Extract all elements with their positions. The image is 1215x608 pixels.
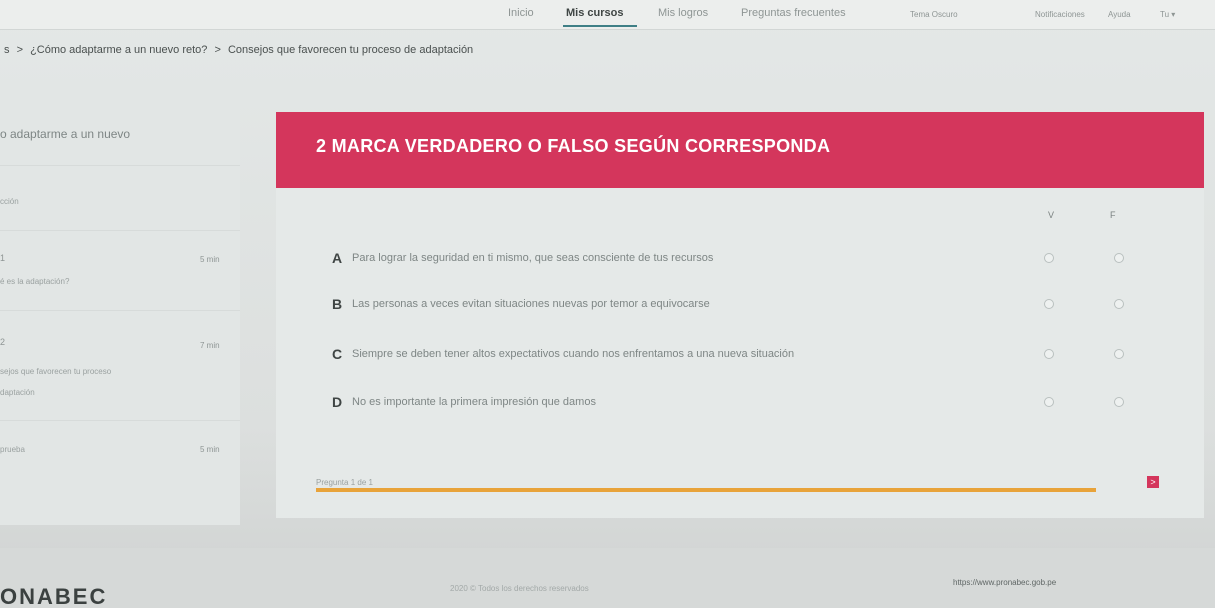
lesson-number: 1 (0, 253, 6, 263)
quiz-title: 2 MARCA VERDADERO O FALSO SEGÚN CORRESPO… (316, 136, 831, 156)
page: Inicio Mis cursos Mis logros Preguntas f… (0, 0, 1215, 608)
radio-false-b[interactable] (1114, 299, 1124, 309)
sidebar-divider (0, 165, 240, 166)
lesson-time: 7 min (200, 341, 220, 350)
question-letter: A (332, 250, 343, 266)
quiz-banner: 2 MARCA VERDADERO O FALSO SEGÚN CORRESPO… (276, 112, 1204, 188)
sidebar-divider (0, 230, 240, 231)
sidebar-course-title: o adaptarme a un nuevo (0, 127, 131, 141)
notifications-link[interactable]: Notificaciones (1035, 10, 1085, 19)
question-letter: C (332, 346, 343, 362)
question-counter: Pregunta 1 de 1 (316, 478, 373, 487)
question-row-d: D No es importante la primera impresión … (276, 394, 1204, 422)
user-menu[interactable]: Tu ▾ (1160, 10, 1175, 19)
radio-false-c[interactable] (1114, 349, 1124, 359)
lesson-title-line2: daptación (0, 388, 35, 397)
column-true-header: V (1048, 210, 1055, 220)
question-letter: D (332, 394, 343, 410)
footer-copyright: 2020 © Todos los derechos reservados (450, 584, 589, 593)
lesson-title: prueba (0, 445, 25, 454)
question-text: No es importante la primera impresión qu… (352, 396, 596, 408)
radio-false-a[interactable] (1114, 253, 1124, 263)
sidebar-divider (0, 310, 240, 311)
nav-item-mis-logros[interactable]: Mis logros (658, 7, 708, 19)
radio-true-b[interactable] (1044, 299, 1054, 309)
breadcrumb-separator: > (16, 44, 23, 56)
footer: ONABEC 2020 © Todos los derechos reserva… (0, 548, 1215, 608)
breadcrumb-item-current: Consejos que favorecen tu proceso de ada… (227, 44, 474, 56)
breadcrumb-item[interactable]: ¿Cómo adaptarme a un nuevo reto? (30, 44, 207, 56)
lesson-time: 5 min (200, 255, 220, 264)
lesson-title: é es la adaptación? (0, 277, 70, 286)
next-question-button[interactable]: > (1147, 476, 1159, 488)
lesson-number: 2 (0, 337, 6, 347)
column-false-header: F (1110, 210, 1116, 220)
radio-true-a[interactable] (1044, 253, 1054, 263)
question-row-a: A Para lograr la seguridad en ti mismo, … (276, 250, 1204, 278)
footer-website-link[interactable]: https://www.pronabec.gob.pe (953, 578, 1056, 587)
quiz-progress-bar (316, 488, 1096, 492)
sidebar-divider (0, 420, 240, 421)
breadcrumb-item[interactable]: s (4, 44, 10, 56)
dark-mode-toggle[interactable]: Tema Oscuro (910, 10, 958, 19)
lesson-time: 5 min (200, 445, 220, 454)
nav-active-underline (563, 25, 637, 27)
question-letter: B (332, 296, 343, 312)
quiz-content: V F A Para lograr la seguridad en ti mis… (276, 188, 1204, 518)
lesson-title: sejos que favorecen tu proceso (0, 367, 112, 376)
question-row-c: C Siempre se deben tener altos expectati… (276, 346, 1204, 374)
breadcrumb: s > ¿Cómo adaptarme a un nuevo reto? > C… (4, 44, 477, 56)
radio-false-d[interactable] (1114, 397, 1124, 407)
question-text: Las personas a veces evitan situaciones … (352, 298, 710, 310)
question-text: Siempre se deben tener altos expectativo… (352, 348, 795, 360)
sidebar-section-label: cción (0, 197, 19, 206)
help-link[interactable]: Ayuda (1108, 10, 1131, 19)
footer-brand-logo: ONABEC (0, 584, 108, 608)
question-row-b: B Las personas a veces evitan situacione… (276, 296, 1204, 324)
radio-true-c[interactable] (1044, 349, 1054, 359)
radio-true-d[interactable] (1044, 397, 1054, 407)
nav-item-inicio[interactable]: Inicio (508, 7, 534, 19)
nav-item-preguntas[interactable]: Preguntas frecuentes (741, 7, 846, 19)
nav-item-mis-cursos[interactable]: Mis cursos (566, 7, 623, 19)
question-text: Para lograr la seguridad en ti mismo, qu… (352, 252, 714, 264)
top-nav: Inicio Mis cursos Mis logros Preguntas f… (0, 0, 1215, 30)
breadcrumb-separator: > (214, 44, 221, 56)
course-sidebar: o adaptarme a un nuevo cción 1 5 min é e… (0, 105, 240, 525)
